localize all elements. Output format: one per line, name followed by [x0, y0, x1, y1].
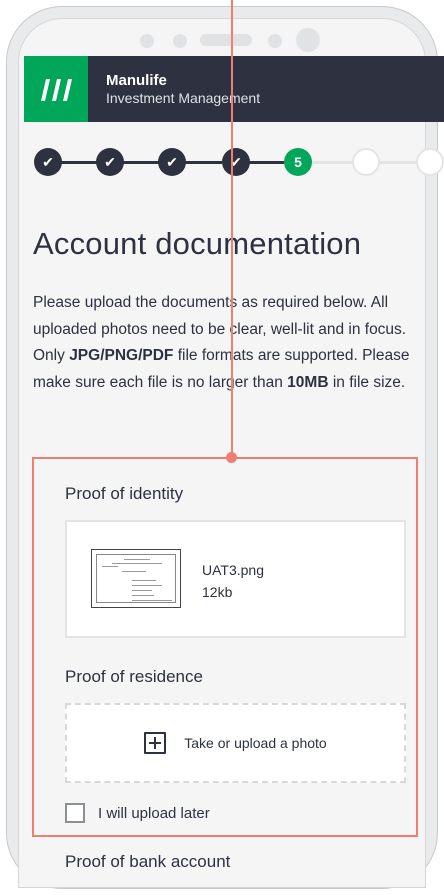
- step-1-complete[interactable]: ✔: [34, 148, 62, 176]
- brand-name: Manulife: [106, 72, 167, 90]
- step-7-pending: [416, 148, 444, 176]
- check-icon: ✔: [166, 153, 178, 170]
- progress-stepper: ✔ ✔ ✔ ✔ 5: [34, 148, 444, 178]
- brand-subtitle: Investment Management: [106, 89, 261, 106]
- step-6-pending: [352, 148, 380, 176]
- step-connector: [306, 161, 356, 164]
- step-5-current: 5: [284, 148, 312, 176]
- step-3-complete[interactable]: ✔: [158, 148, 186, 176]
- step-4-complete[interactable]: ✔: [222, 148, 250, 176]
- step-connector: [120, 161, 160, 164]
- manulife-logo[interactable]: [24, 56, 88, 122]
- page-title: Account documentation: [33, 226, 362, 261]
- intro-text: Please upload the documents as required …: [33, 294, 410, 391]
- step-connector: [244, 161, 284, 164]
- phone-speaker: [140, 26, 340, 52]
- step-connector: [376, 161, 416, 164]
- app-header: Manulife Investment Management: [24, 56, 444, 122]
- check-icon: ✔: [42, 153, 54, 170]
- step-connector: [182, 161, 222, 164]
- check-icon: ✔: [104, 153, 116, 170]
- step-connector: [58, 161, 98, 164]
- step-2-complete[interactable]: ✔: [96, 148, 124, 176]
- annotation-pointer-line: [231, 0, 233, 458]
- annotation-highlight-box: [32, 457, 418, 837]
- proof-of-bank-account-title: Proof of bank account: [65, 852, 231, 871]
- annotation-pointer-dot: [226, 452, 237, 463]
